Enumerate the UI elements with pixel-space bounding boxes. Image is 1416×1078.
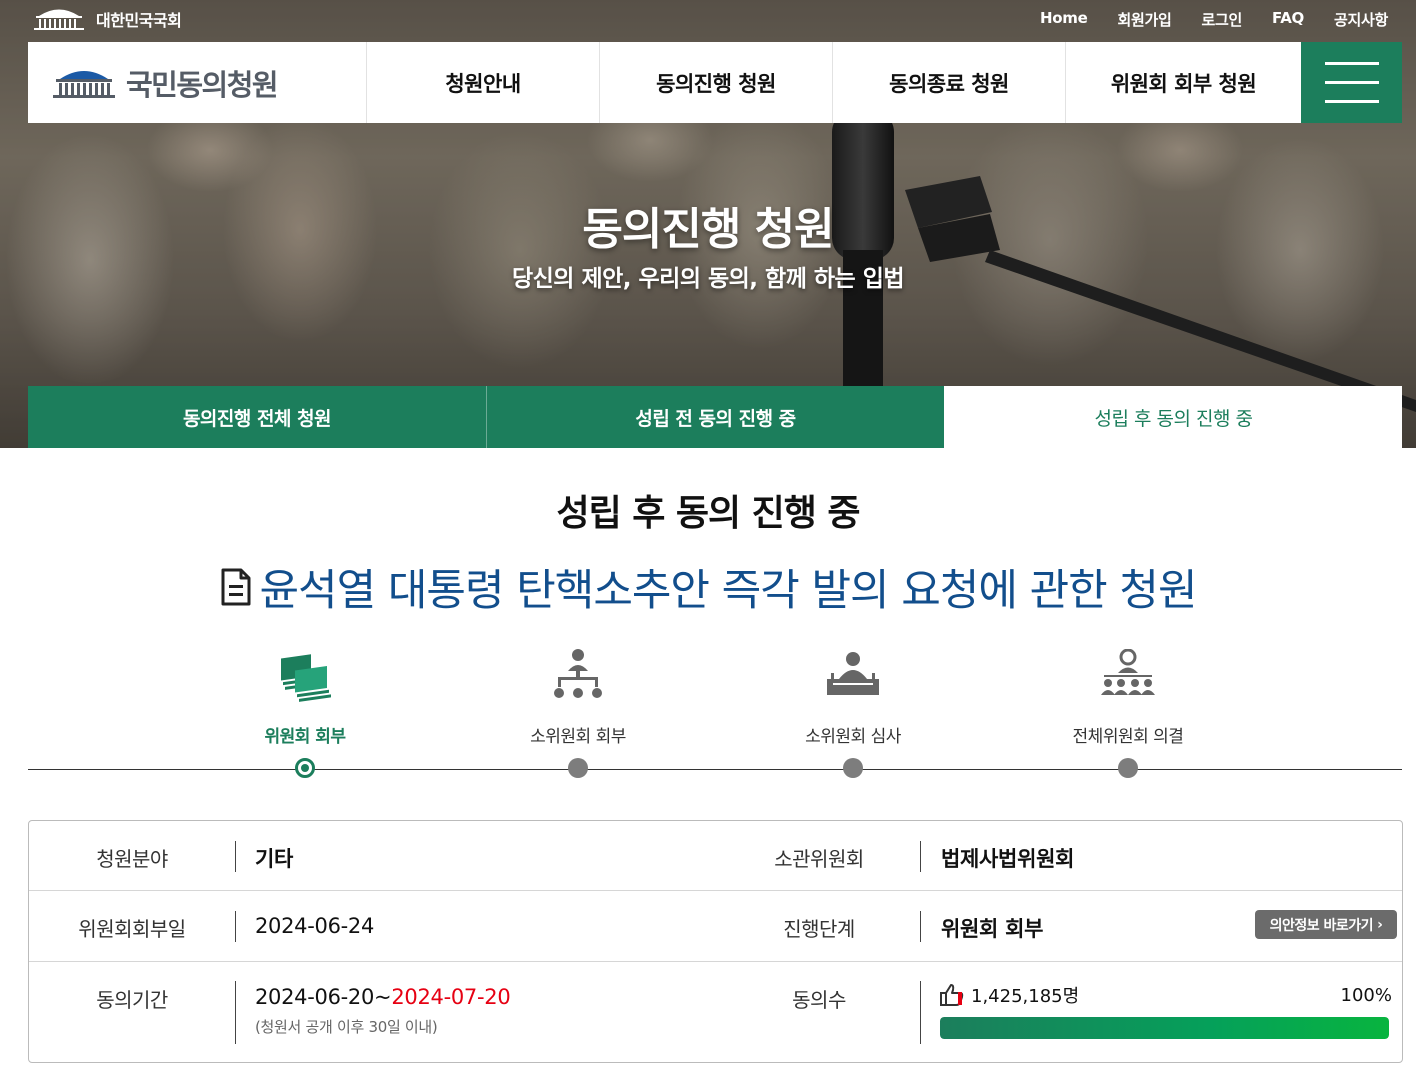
subcommittee-referral-icon xyxy=(554,649,602,698)
committee-referral-icon xyxy=(281,654,331,702)
signup-link[interactable]: 회원가입 xyxy=(1117,9,1171,30)
period-end: 2024-07-20 xyxy=(391,985,511,1009)
hamburger-menu-button[interactable] xyxy=(1301,42,1402,123)
section-title: 성립 후 동의 진행 중 xyxy=(556,493,860,534)
agree-progress-bar xyxy=(940,1017,1389,1039)
referral-date-label: 위원회회부일 xyxy=(78,917,186,941)
info-row-period: 동의기간 2024-06-20~2024-07-20 (청원서 공개 이후 30… xyxy=(29,962,1402,1062)
divider xyxy=(235,841,236,872)
menu-petition-guide[interactable]: 청원안내 xyxy=(367,42,600,123)
menu-closed-petitions[interactable]: 동의종료 청원 xyxy=(833,42,1066,123)
national-assembly-logo-icon xyxy=(53,70,115,98)
step-marker-active xyxy=(295,758,315,778)
divider xyxy=(920,981,921,1044)
national-assembly-label: 대한민국국회 xyxy=(96,11,182,30)
utility-nav: Home 회원가입 로그인 FAQ 공지사항 xyxy=(1040,9,1388,30)
step-committee-referral: 위원회 회부 xyxy=(205,630,405,778)
step-subcommittee-referral: 소위원회 회부 xyxy=(478,630,678,778)
tab-all-ongoing[interactable]: 동의진행 전체 청원 xyxy=(28,386,486,448)
referral-date-value: 2024-06-24 xyxy=(255,914,375,938)
bill-info-button-label: 의안정보 바로가기 xyxy=(1269,917,1374,934)
petition-info-table: 청원분야 기타 소관위원회 법제사법위원회 위원회회부일 2024-06-24 … xyxy=(28,820,1403,1063)
info-row-referral: 위원회회부일 2024-06-24 진행단계 위원회 회부 의안정보 바로가기 … xyxy=(29,891,1402,962)
home-link[interactable]: Home xyxy=(1040,9,1088,30)
bill-info-button[interactable]: 의안정보 바로가기 › xyxy=(1255,910,1397,939)
site-logo-text: 국민동의청원 xyxy=(126,67,279,102)
stage-value: 위원회 회부 xyxy=(941,917,1044,941)
hero-title: 동의진행 청원 xyxy=(582,204,834,255)
agree-count: 1,425,185명 xyxy=(939,982,1079,1008)
field-label: 청원분야 xyxy=(96,847,168,871)
hero-subtitle: 당신의 제안, 우리의 동의, 함께 하는 입법 xyxy=(511,266,905,292)
step-label: 위원회 회부 xyxy=(264,727,346,747)
subcommittee-review-icon xyxy=(827,652,879,695)
step-subcommittee-review: 소위원회 심사 xyxy=(753,630,953,778)
step-label: 소위원회 회부 xyxy=(530,727,626,747)
step-plenary-committee: 전체위원회 의결 xyxy=(1028,630,1228,778)
plenary-committee-icon xyxy=(1101,649,1155,695)
period-start: 2024-06-20~ xyxy=(255,985,392,1009)
committee-value: 법제사법위원회 xyxy=(941,847,1075,871)
petition-title: 윤석열 대통령 탄핵소추안 즉각 발의 요청에 관한 청원 xyxy=(0,556,1416,618)
divider xyxy=(920,841,921,872)
hamburger-line xyxy=(1324,62,1379,65)
menu-committee-petitions[interactable]: 위원회 회부 청원 xyxy=(1066,42,1301,123)
notice-link[interactable]: 공지사항 xyxy=(1334,9,1388,30)
agree-label: 동의수 xyxy=(792,988,846,1012)
chevron-right-icon: › xyxy=(1377,916,1383,933)
tab-before-establishment[interactable]: 성립 전 동의 진행 중 xyxy=(486,386,944,448)
period-note: (청원서 공개 이후 30일 이내) xyxy=(255,1018,438,1036)
hamburger-line xyxy=(1324,100,1379,103)
thumbs-up-icon xyxy=(940,984,964,1006)
sub-tabs: 동의진행 전체 청원 성립 전 동의 진행 중 성립 후 동의 진행 중 xyxy=(28,386,1402,448)
stage-label: 진행단계 xyxy=(783,917,855,941)
faq-link[interactable]: FAQ xyxy=(1272,9,1304,30)
petition-title-text: 윤석열 대통령 탄핵소추안 즉각 발의 요청에 관한 청원 xyxy=(259,566,1198,616)
step-marker xyxy=(1118,758,1138,778)
divider xyxy=(920,911,921,942)
agree-progress-fill xyxy=(940,1017,1389,1039)
step-marker xyxy=(568,758,588,778)
national-assembly-building-icon xyxy=(34,9,84,30)
tab-after-establishment[interactable]: 성립 후 동의 진행 중 xyxy=(944,386,1402,448)
agree-percent: 100% xyxy=(1340,985,1392,1006)
period-label: 동의기간 xyxy=(96,988,168,1012)
period-value: 2024-06-20~2024-07-20 xyxy=(255,985,511,1009)
document-icon xyxy=(221,568,250,606)
hamburger-line xyxy=(1324,81,1379,84)
step-label: 소위원회 심사 xyxy=(805,727,901,747)
divider xyxy=(235,981,236,1044)
menu-ongoing-petitions[interactable]: 동의진행 청원 xyxy=(600,42,833,123)
progress-steps: 위원회 회부 소위원회 회부 소위원회 심사 전체위원회 의결 xyxy=(28,630,1402,790)
step-marker xyxy=(843,758,863,778)
step-label: 전체위원회 의결 xyxy=(1072,727,1184,747)
top-bar: 대한민국국회 Home 회원가입 로그인 FAQ 공지사항 xyxy=(0,0,1416,42)
divider xyxy=(235,911,236,942)
site-logo[interactable]: 국민동의청원 xyxy=(28,42,367,123)
login-link[interactable]: 로그인 xyxy=(1201,9,1242,30)
main-navigation: 국민동의청원 청원안내 동의진행 청원 동의종료 청원 위원회 회부 청원 xyxy=(28,42,1402,123)
agree-count-value: 1,425,185명 xyxy=(971,986,1080,1007)
info-row-field: 청원분야 기타 소관위원회 법제사법위원회 xyxy=(29,821,1402,891)
steps-line xyxy=(28,769,1402,770)
field-value: 기타 xyxy=(255,847,294,871)
committee-label: 소관위원회 xyxy=(774,847,864,871)
national-assembly-brand[interactable]: 대한민국국회 xyxy=(32,6,182,32)
